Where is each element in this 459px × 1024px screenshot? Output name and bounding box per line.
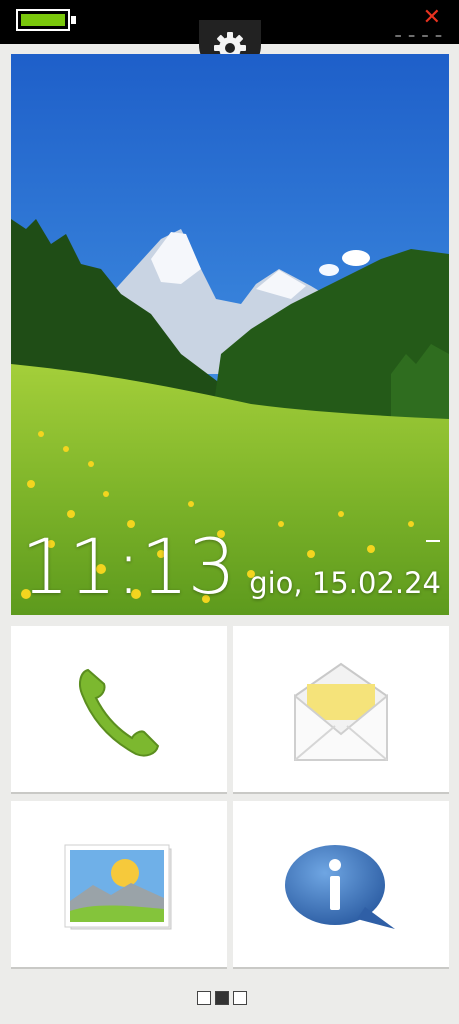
envelope-icon	[294, 662, 388, 761]
page-dot-3[interactable]	[233, 991, 247, 1005]
battery-icon	[16, 9, 76, 31]
messages-tile[interactable]	[233, 626, 449, 794]
page-dot-1[interactable]	[197, 991, 211, 1005]
phone-tile[interactable]	[11, 626, 227, 794]
clock-time: 11:13	[21, 522, 236, 611]
gallery-tile[interactable]	[11, 801, 227, 969]
close-icon[interactable]: ✕	[423, 7, 441, 29]
home-wallpaper[interactable]: 11:13 gio, 15.02.24	[11, 54, 449, 615]
phone-icon	[79, 668, 160, 757]
date-separator	[426, 540, 440, 542]
page-indicator	[197, 990, 251, 1008]
clock-date: gio, 15.02.24	[249, 566, 441, 600]
info-bubble-icon	[285, 845, 395, 929]
info-tile[interactable]	[233, 801, 449, 969]
picture-icon	[64, 844, 172, 930]
page-dot-2[interactable]	[215, 991, 229, 1005]
signal-dashes: – – – –	[394, 28, 443, 44]
